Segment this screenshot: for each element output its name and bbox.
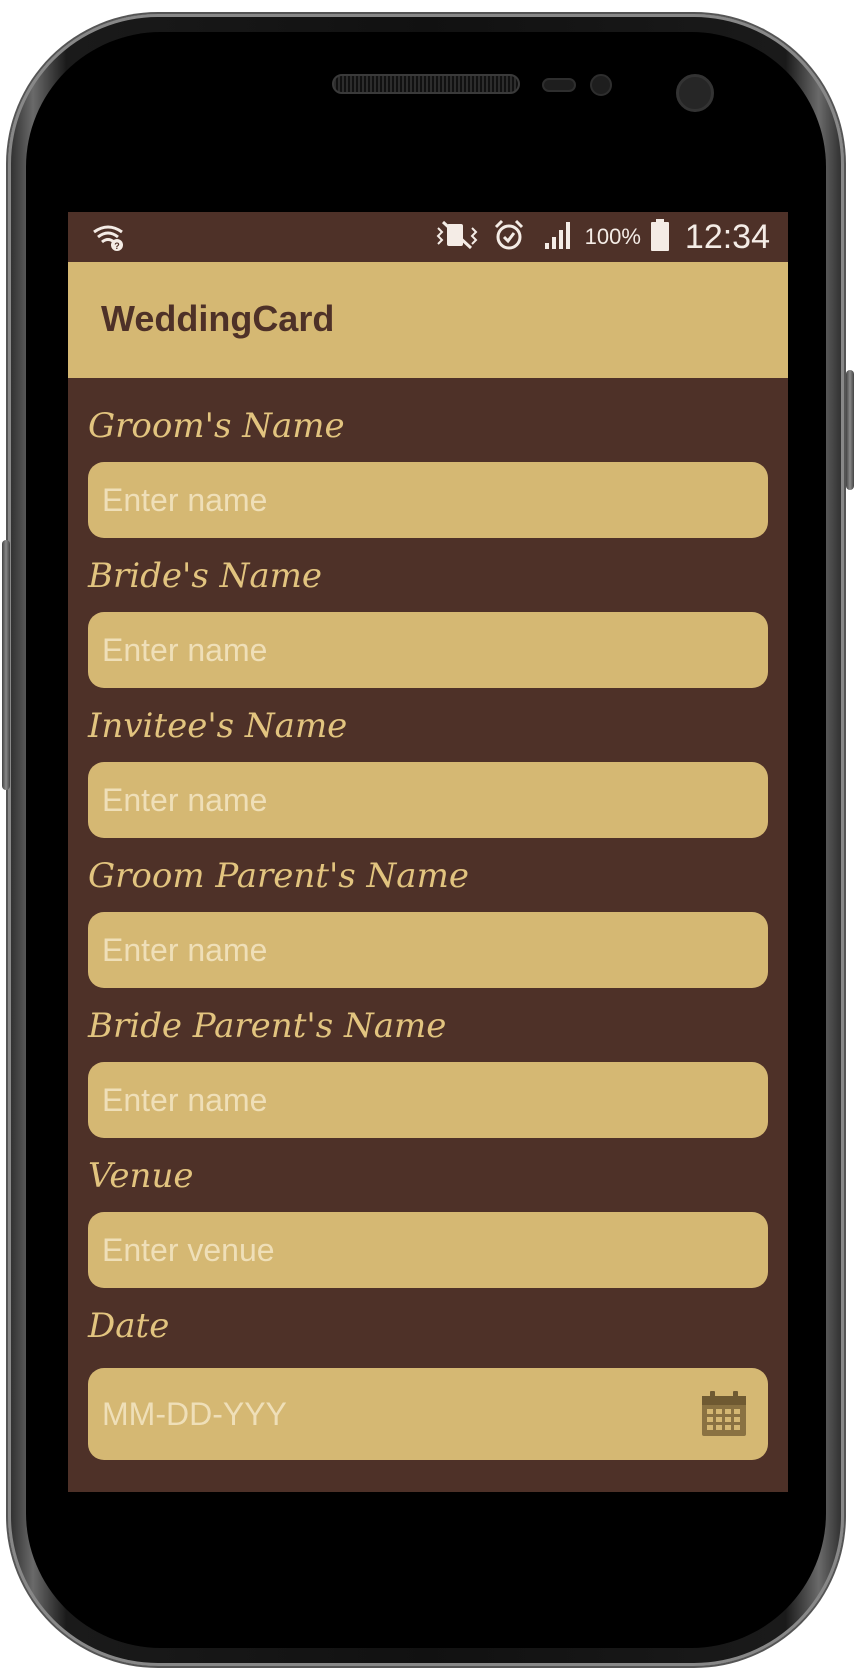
groom-parent-name-input[interactable] [88,912,768,988]
date-field[interactable] [88,1368,768,1460]
bride-name-label: Bride's Name [88,556,322,596]
groom-parent-name-label: Groom Parent's Name [88,856,469,896]
status-icons: 100% 12:34 [435,218,770,256]
bride-parent-name-input[interactable] [88,1062,768,1138]
alarm-icon [493,219,525,256]
venue-input[interactable] [88,1212,768,1288]
volume-button [2,540,10,790]
groom-name-input[interactable] [88,462,768,538]
svg-text:?: ? [114,241,120,251]
vibrate-mute-icon [435,220,483,255]
wifi-question-icon: ? [92,224,126,257]
battery-percent: 100% [584,224,641,249]
status-clock: 12:34 [684,217,770,256]
screen: ? 100% 12:34 WeddingCard Groom's Name En… [68,212,788,1492]
calendar-icon[interactable] [700,1390,748,1438]
light-sensor [590,74,612,96]
date-input[interactable] [88,1368,678,1460]
earpiece-speaker [332,74,520,94]
proximity-sensor [542,78,576,92]
venue-label: Venue [88,1156,194,1196]
app-title: WeddingCard [101,298,335,339]
groom-name-label: Groom's Name [88,406,345,446]
front-camera [676,74,714,112]
bride-name-input[interactable] [88,612,768,688]
bride-parent-name-label: Bride Parent's Name [88,1006,447,1046]
status-bar: ? 100% 12:34 [68,212,788,262]
invitee-name-label: Invitee's Name [88,706,348,746]
date-label: Date [88,1306,170,1346]
signal-icon [543,219,575,256]
battery-icon [650,218,669,256]
app-bar: WeddingCard [68,262,788,378]
invitee-name-input[interactable] [88,762,768,838]
power-button [846,370,854,490]
